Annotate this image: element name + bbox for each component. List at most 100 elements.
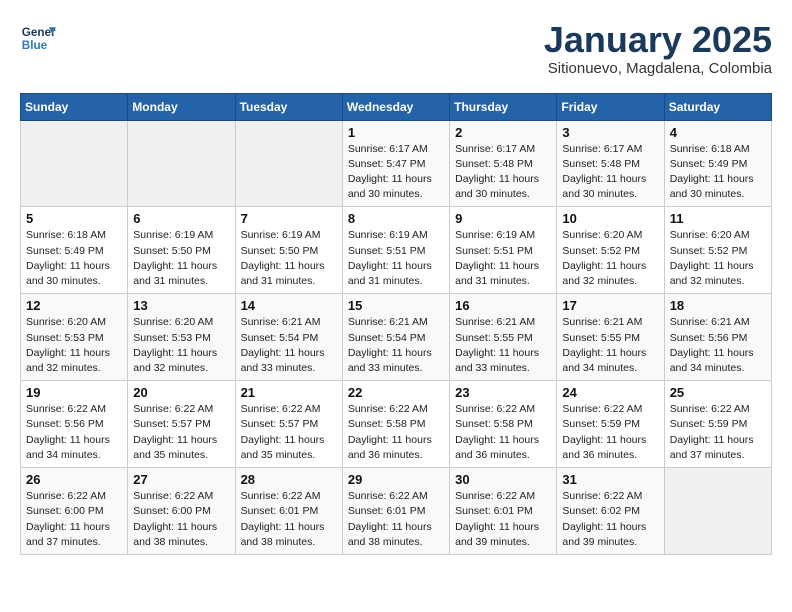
day-cell-7: 7 Sunrise: 6:19 AMSunset: 5:50 PMDaylight… <box>235 207 342 294</box>
day-info: Sunrise: 6:22 AMSunset: 5:56 PMDaylight:… <box>26 402 122 463</box>
day-info: Sunrise: 6:17 AMSunset: 5:47 PMDaylight:… <box>348 142 444 203</box>
day-number: 27 <box>133 472 229 487</box>
day-info: Sunrise: 6:22 AMSunset: 5:59 PMDaylight:… <box>562 402 658 463</box>
day-cell-31: 31 Sunrise: 6:22 AMSunset: 6:02 PMDayligh… <box>557 468 664 555</box>
day-number: 24 <box>562 385 658 400</box>
day-number: 22 <box>348 385 444 400</box>
day-cell-26: 26 Sunrise: 6:22 AMSunset: 6:00 PMDayligh… <box>21 468 128 555</box>
day-cell-15: 15 Sunrise: 6:21 AMSunset: 5:54 PMDayligh… <box>342 294 449 381</box>
day-info: Sunrise: 6:22 AMSunset: 6:01 PMDaylight:… <box>241 489 337 550</box>
day-info: Sunrise: 6:20 AMSunset: 5:52 PMDaylight:… <box>670 228 766 289</box>
day-number: 15 <box>348 298 444 313</box>
day-number: 14 <box>241 298 337 313</box>
day-info: Sunrise: 6:22 AMSunset: 6:01 PMDaylight:… <box>348 489 444 550</box>
col-header-saturday: Saturday <box>664 93 771 120</box>
col-header-tuesday: Tuesday <box>235 93 342 120</box>
day-number: 4 <box>670 125 766 140</box>
empty-cell <box>235 120 342 207</box>
day-info: Sunrise: 6:19 AMSunset: 5:50 PMDaylight:… <box>133 228 229 289</box>
day-number: 8 <box>348 211 444 226</box>
day-number: 31 <box>562 472 658 487</box>
day-info: Sunrise: 6:19 AMSunset: 5:51 PMDaylight:… <box>455 228 551 289</box>
day-cell-4: 4 Sunrise: 6:18 AMSunset: 5:49 PMDaylight… <box>664 120 771 207</box>
day-info: Sunrise: 6:22 AMSunset: 5:57 PMDaylight:… <box>133 402 229 463</box>
day-info: Sunrise: 6:22 AMSunset: 5:57 PMDaylight:… <box>241 402 337 463</box>
day-cell-29: 29 Sunrise: 6:22 AMSunset: 6:01 PMDayligh… <box>342 468 449 555</box>
day-cell-28: 28 Sunrise: 6:22 AMSunset: 6:01 PMDayligh… <box>235 468 342 555</box>
day-cell-10: 10 Sunrise: 6:20 AMSunset: 5:52 PMDayligh… <box>557 207 664 294</box>
day-cell-3: 3Sunrise: 6:17 AMSunset: 5:48 PMDaylight… <box>557 120 664 207</box>
empty-cell <box>21 120 128 207</box>
day-cell-24: 24 Sunrise: 6:22 AMSunset: 5:59 PMDayligh… <box>557 381 664 468</box>
day-number: 1 <box>348 125 444 140</box>
location-subtitle: Sitionuevo, Magdalena, Colombia <box>544 60 772 77</box>
day-number: 28 <box>241 472 337 487</box>
day-number: 25 <box>670 385 766 400</box>
day-cell-6: 6 Sunrise: 6:19 AMSunset: 5:50 PMDaylight… <box>128 207 235 294</box>
day-info: Sunrise: 6:17 AMSunset: 5:48 PMDaylight:… <box>562 142 658 203</box>
week-row-1: 1 Sunrise: 6:17 AMSunset: 5:47 PMDaylight… <box>21 120 772 207</box>
day-number: 10 <box>562 211 658 226</box>
day-info: Sunrise: 6:22 AMSunset: 5:58 PMDaylight:… <box>455 402 551 463</box>
day-number: 23 <box>455 385 551 400</box>
page-header: General Blue January 2025 Sitionuevo, Ma… <box>20 20 772 77</box>
week-row-5: 26 Sunrise: 6:22 AMSunset: 6:00 PMDayligh… <box>21 468 772 555</box>
day-cell-23: 23 Sunrise: 6:22 AMSunset: 5:58 PMDayligh… <box>450 381 557 468</box>
day-info: Sunrise: 6:20 AMSunset: 5:53 PMDaylight:… <box>133 315 229 376</box>
col-header-monday: Monday <box>128 93 235 120</box>
empty-cell <box>664 468 771 555</box>
day-info: Sunrise: 6:20 AMSunset: 5:52 PMDaylight:… <box>562 228 658 289</box>
day-cell-8: 8 Sunrise: 6:19 AMSunset: 5:51 PMDaylight… <box>342 207 449 294</box>
day-info: Sunrise: 6:18 AMSunset: 5:49 PMDaylight:… <box>670 142 766 203</box>
col-header-sunday: Sunday <box>21 93 128 120</box>
day-cell-2: 2 Sunrise: 6:17 AMSunset: 5:48 PMDaylight… <box>450 120 557 207</box>
day-cell-18: 18 Sunrise: 6:21 AMSunset: 5:56 PMDayligh… <box>664 294 771 381</box>
day-number: 19 <box>26 385 122 400</box>
day-number: 21 <box>241 385 337 400</box>
day-number: 6 <box>133 211 229 226</box>
col-header-friday: Friday <box>557 93 664 120</box>
day-info: Sunrise: 6:18 AMSunset: 5:49 PMDaylight:… <box>26 228 122 289</box>
day-info: Sunrise: 6:21 AMSunset: 5:55 PMDaylight:… <box>455 315 551 376</box>
day-number: 26 <box>26 472 122 487</box>
day-info: Sunrise: 6:21 AMSunset: 5:54 PMDaylight:… <box>241 315 337 376</box>
day-cell-19: 19 Sunrise: 6:22 AMSunset: 5:56 PMDayligh… <box>21 381 128 468</box>
day-cell-12: 12 Sunrise: 6:20 AMSunset: 5:53 PMDayligh… <box>21 294 128 381</box>
day-info: Sunrise: 6:22 AMSunset: 6:02 PMDaylight:… <box>562 489 658 550</box>
day-info: Sunrise: 6:22 AMSunset: 6:00 PMDaylight:… <box>26 489 122 550</box>
day-info: Sunrise: 6:22 AMSunset: 5:58 PMDaylight:… <box>348 402 444 463</box>
day-info: Sunrise: 6:17 AMSunset: 5:48 PMDaylight:… <box>455 142 551 203</box>
day-cell-25: 25Sunrise: 6:22 AMSunset: 5:59 PMDayligh… <box>664 381 771 468</box>
day-info: Sunrise: 6:19 AMSunset: 5:50 PMDaylight:… <box>241 228 337 289</box>
week-row-3: 12 Sunrise: 6:20 AMSunset: 5:53 PMDayligh… <box>21 294 772 381</box>
day-number: 7 <box>241 211 337 226</box>
title-block: January 2025 Sitionuevo, Magdalena, Colo… <box>544 20 772 77</box>
day-number: 18 <box>670 298 766 313</box>
day-cell-5: 5Sunrise: 6:18 AMSunset: 5:49 PMDaylight… <box>21 207 128 294</box>
day-number: 13 <box>133 298 229 313</box>
day-cell-9: 9 Sunrise: 6:19 AMSunset: 5:51 PMDaylight… <box>450 207 557 294</box>
day-info: Sunrise: 6:20 AMSunset: 5:53 PMDaylight:… <box>26 315 122 376</box>
week-row-4: 19 Sunrise: 6:22 AMSunset: 5:56 PMDayligh… <box>21 381 772 468</box>
logo: General Blue <box>20 20 56 56</box>
day-info: Sunrise: 6:19 AMSunset: 5:51 PMDaylight:… <box>348 228 444 289</box>
day-info: Sunrise: 6:21 AMSunset: 5:54 PMDaylight:… <box>348 315 444 376</box>
day-info: Sunrise: 6:22 AMSunset: 6:01 PMDaylight:… <box>455 489 551 550</box>
day-number: 16 <box>455 298 551 313</box>
day-cell-22: 22 Sunrise: 6:22 AMSunset: 5:58 PMDayligh… <box>342 381 449 468</box>
day-number: 11 <box>670 211 766 226</box>
week-row-2: 5Sunrise: 6:18 AMSunset: 5:49 PMDaylight… <box>21 207 772 294</box>
day-number: 9 <box>455 211 551 226</box>
day-cell-27: 27Sunrise: 6:22 AMSunset: 6:00 PMDayligh… <box>128 468 235 555</box>
calendar-body: 1 Sunrise: 6:17 AMSunset: 5:47 PMDaylight… <box>21 120 772 554</box>
day-number: 30 <box>455 472 551 487</box>
day-info: Sunrise: 6:21 AMSunset: 5:56 PMDaylight:… <box>670 315 766 376</box>
month-title: January 2025 <box>544 20 772 60</box>
col-header-thursday: Thursday <box>450 93 557 120</box>
calendar-table: SundayMondayTuesdayWednesdayThursdayFrid… <box>20 93 772 555</box>
day-number: 12 <box>26 298 122 313</box>
day-cell-14: 14 Sunrise: 6:21 AMSunset: 5:54 PMDayligh… <box>235 294 342 381</box>
day-cell-21: 21 Sunrise: 6:22 AMSunset: 5:57 PMDayligh… <box>235 381 342 468</box>
day-number: 29 <box>348 472 444 487</box>
day-number: 2 <box>455 125 551 140</box>
